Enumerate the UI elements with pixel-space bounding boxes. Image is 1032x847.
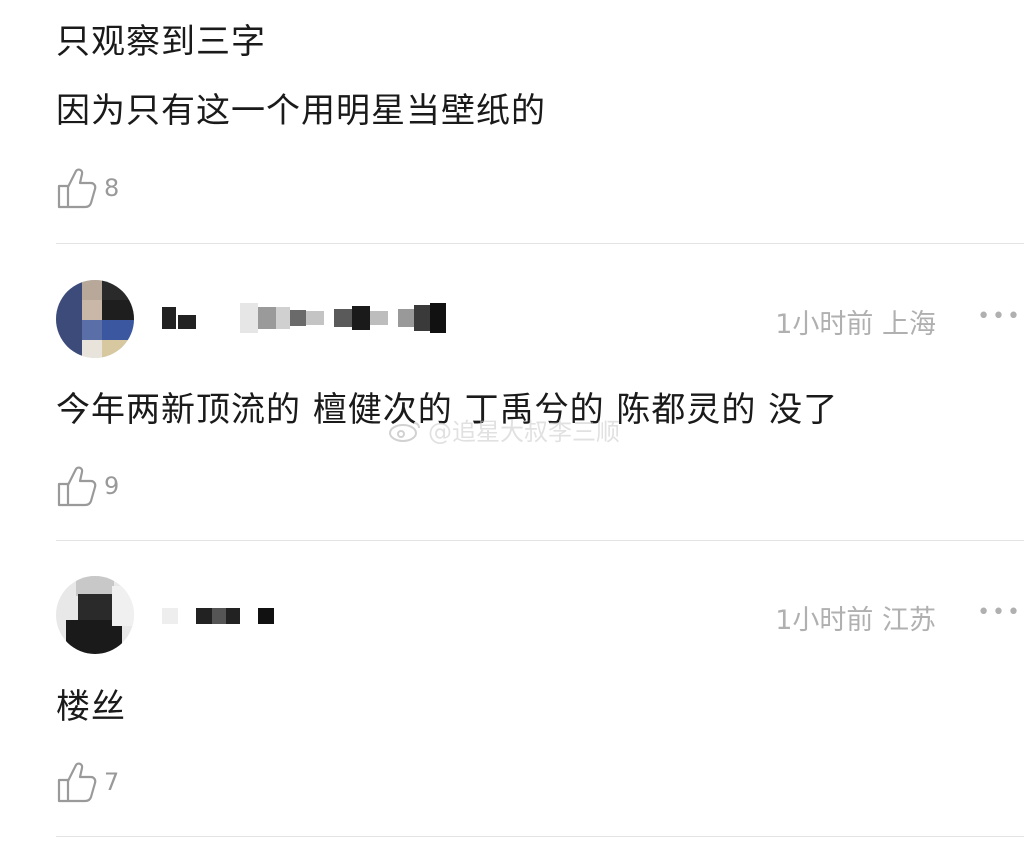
thumbs-up-icon — [57, 168, 97, 209]
time-location: 1小时前 上海 — [775, 309, 936, 340]
more-dots-icon[interactable]: ••• — [977, 304, 1022, 329]
more-dots-icon[interactable]: ••• — [977, 600, 1022, 625]
like-count: 9 — [104, 472, 120, 500]
username-redacted[interactable] — [162, 596, 274, 636]
weibo-icon — [389, 421, 420, 442]
like-button[interactable]: 7 — [56, 760, 119, 804]
thumbs-up-icon — [57, 466, 97, 507]
comment-text: 楼丝 — [56, 687, 126, 727]
avatar[interactable] — [56, 280, 134, 358]
watermark-text: @追星大叔李三顺 — [428, 418, 620, 446]
time-location: 1小时前 江苏 — [775, 605, 936, 636]
thumbs-up-icon — [57, 762, 97, 803]
like-button[interactable]: 8 — [56, 166, 119, 210]
username-redacted[interactable] — [162, 298, 446, 338]
avatar[interactable] — [56, 576, 134, 654]
comment-text-line-2: 因为只有这一个用明星当壁纸的 — [56, 91, 546, 131]
divider — [56, 243, 1024, 244]
divider — [56, 540, 1024, 541]
watermark: @追星大叔李三顺 — [388, 412, 620, 447]
divider — [56, 836, 1024, 837]
like-count: 8 — [104, 174, 120, 202]
comment-text-line-1: 只观察到三字 — [56, 22, 266, 62]
like-button[interactable]: 9 — [56, 464, 119, 508]
like-count: 7 — [104, 768, 120, 796]
